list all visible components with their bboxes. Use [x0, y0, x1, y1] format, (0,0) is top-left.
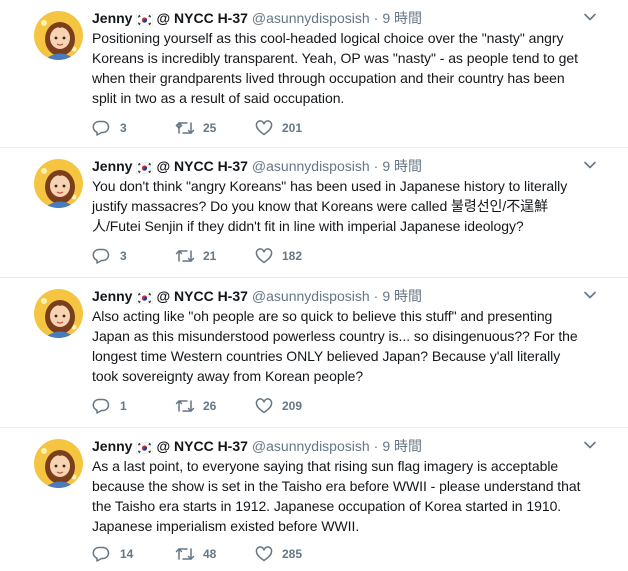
- retweet-icon: [175, 400, 195, 412]
- avatar-image: [34, 159, 83, 208]
- retweet-icon: [175, 122, 195, 134]
- reply-count: 14: [120, 547, 134, 561]
- display-name-suffix[interactable]: @ NYCC H-37: [156, 158, 247, 174]
- timestamp[interactable]: 9 時間: [382, 10, 422, 26]
- chevron-down-icon[interactable]: [583, 158, 597, 172]
- heart-icon: [255, 120, 273, 136]
- user-handle[interactable]: @asunnydisposish: [252, 288, 370, 304]
- user-handle[interactable]: @asunnydisposish: [252, 158, 370, 174]
- retweet-count: 25: [203, 121, 217, 135]
- timestamp[interactable]: 9 時間: [382, 158, 422, 174]
- tweet-text-line: You don't think "angry Koreans" has been…: [92, 178, 568, 194]
- reply-count: 3: [120, 121, 127, 135]
- retweet-count: 21: [203, 249, 217, 263]
- avatar[interactable]: [34, 439, 83, 488]
- tweet-text-line: Japanese imperialism existed before WWII…: [92, 518, 360, 534]
- chevron-down-icon[interactable]: [583, 438, 597, 452]
- avatar[interactable]: [34, 289, 83, 338]
- reply-count: 1: [120, 399, 127, 413]
- tweet-text-line: As a last point, to everyone saying that…: [92, 458, 559, 474]
- chevron-down-icon[interactable]: [583, 10, 597, 24]
- timestamp[interactable]: 9 時間: [382, 438, 422, 454]
- tweet-header: Jenny @ NYCC H-37 @asunnydisposish · 9 時間: [92, 8, 422, 28]
- separator-dot: ·: [373, 288, 379, 304]
- like-count: 285: [282, 547, 303, 561]
- tweet[interactable]: Jenny @ NYCC H-37 @asunnydisposish · 9 時間 Al…: [0, 278, 628, 428]
- like-count: 182: [282, 249, 303, 263]
- like-count: 201: [282, 121, 303, 135]
- display-name-suffix[interactable]: @ NYCC H-37: [156, 10, 247, 26]
- tweet-header: Jenny @ NYCC H-37 @asunnydisposish · 9 時間: [92, 436, 422, 456]
- avatar-image: [34, 11, 83, 60]
- retweet-icon: [175, 548, 195, 560]
- avatar-image: [34, 289, 83, 338]
- tweet-text-line: Japan as this misunderstood powerless co…: [92, 328, 578, 344]
- display-name[interactable]: Jenny: [92, 288, 132, 304]
- tweet-text-line: when their grandparents lived through oc…: [92, 70, 565, 86]
- tweet-text: Also acting like "oh people are so quick…: [92, 306, 612, 386]
- tweet-header: Jenny @ NYCC H-37 @asunnydisposish · 9 時間: [92, 286, 422, 306]
- tweet-text-line: split in two as a result of said occupat…: [92, 90, 345, 106]
- tweet[interactable]: Jenny @ NYCC H-37 @asunnydisposish · 9 時間 Po…: [0, 0, 628, 148]
- avatar-image: [34, 439, 83, 488]
- tweet[interactable]: Jenny @ NYCC H-37 @asunnydisposish · 9 時間 As…: [0, 428, 628, 571]
- tweet-text-line: Koreans is incredibly transparent. Yeah,…: [92, 50, 578, 66]
- reply-count: 3: [120, 249, 127, 263]
- tweet-text-line: the Taisho era starts in 1912. Japanese …: [92, 498, 562, 514]
- tweet-text: Positioning yourself as this cool-headed…: [92, 28, 612, 108]
- tweet[interactable]: Jenny @ NYCC H-37 @asunnydisposish · 9 時間 Yo…: [0, 148, 628, 278]
- user-handle[interactable]: @asunnydisposish: [252, 438, 370, 454]
- tweet-text-line: Positioning yourself as this cool-headed…: [92, 30, 564, 46]
- like-count: 209: [282, 399, 303, 413]
- reply-icon: [92, 398, 110, 414]
- separator-dot: ·: [373, 10, 379, 26]
- tweet-header: Jenny @ NYCC H-37 @asunnydisposish · 9 時間: [92, 156, 422, 176]
- tweet-text: You don't think "angry Koreans" has been…: [92, 176, 612, 236]
- heart-icon: [255, 546, 273, 562]
- avatar[interactable]: [34, 11, 83, 60]
- retweet-count: 26: [203, 399, 217, 413]
- heart-icon: [255, 398, 273, 414]
- user-handle[interactable]: @asunnydisposish: [252, 10, 370, 26]
- display-name[interactable]: Jenny: [92, 10, 132, 26]
- retweet-icon: [175, 250, 195, 262]
- chevron-down-icon[interactable]: [583, 288, 597, 302]
- separator-dot: ·: [373, 158, 379, 174]
- tweet-text-line: took sovereignty away from Korean people…: [92, 368, 364, 384]
- avatar[interactable]: [34, 159, 83, 208]
- display-name-suffix[interactable]: @ NYCC H-37: [156, 288, 247, 304]
- tweet-text-line: 人/Futei Senjin if they didn't fit in lin…: [92, 218, 524, 234]
- tweet-text-line: Also acting like "oh people are so quick…: [92, 308, 553, 324]
- retweet-count: 48: [203, 547, 217, 561]
- tweet-text-line: justify massacres? Do you know that Kore…: [92, 198, 549, 214]
- reply-icon: [92, 546, 110, 562]
- tweet-text: As a last point, to everyone saying that…: [92, 456, 612, 536]
- heart-icon: [255, 248, 273, 264]
- timestamp[interactable]: 9 時間: [382, 288, 422, 304]
- display-name[interactable]: Jenny: [92, 438, 132, 454]
- separator-dot: ·: [373, 438, 379, 454]
- display-name[interactable]: Jenny: [92, 158, 132, 174]
- reply-icon: [92, 248, 110, 264]
- tweet-text-line: longest time Western countries ONLY beli…: [92, 348, 561, 364]
- tweet-text-line: because the show is set in the Taisho er…: [92, 478, 581, 494]
- reply-icon: [92, 120, 110, 136]
- display-name-suffix[interactable]: @ NYCC H-37: [156, 438, 247, 454]
